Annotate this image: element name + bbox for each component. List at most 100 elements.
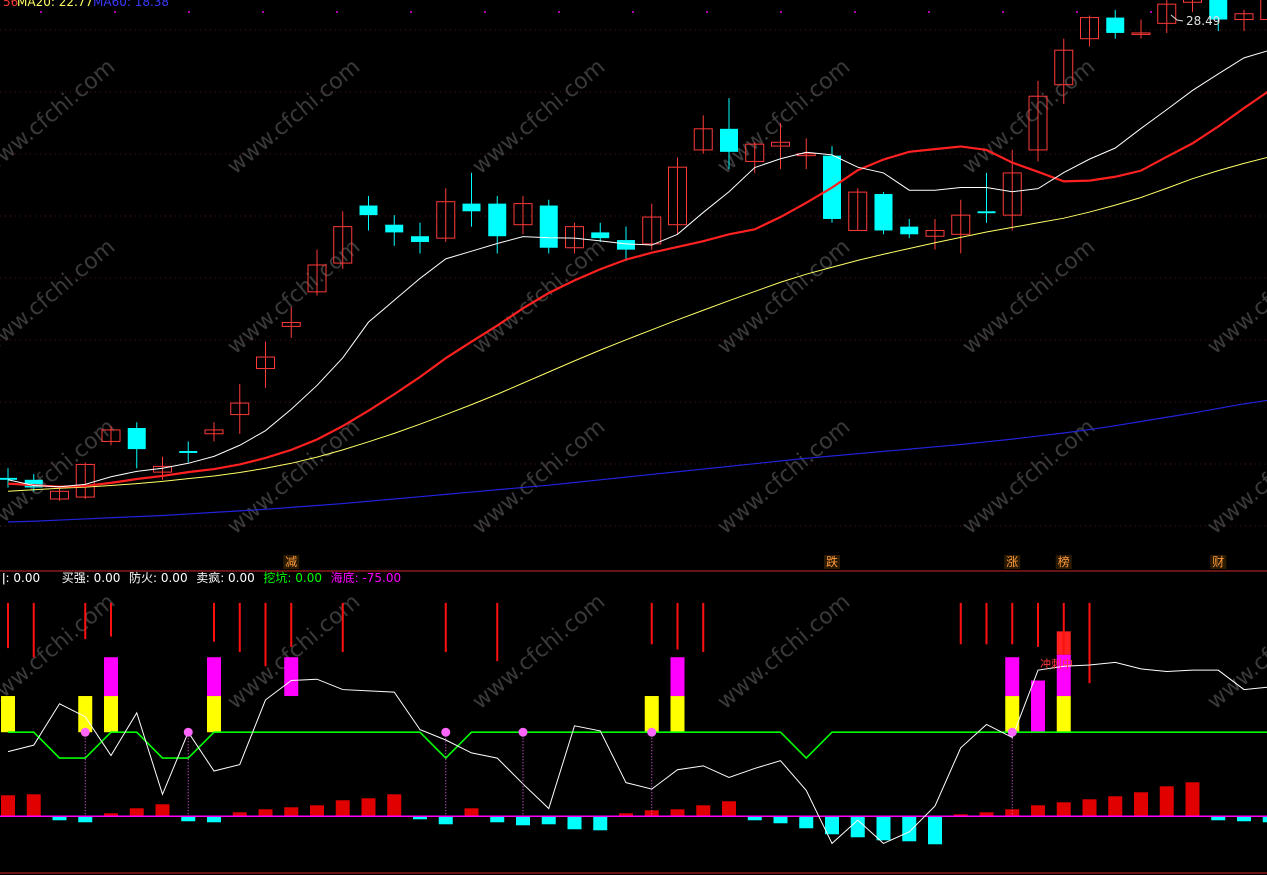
candle-body-down [462, 203, 481, 212]
indicator-bar-yellow [670, 696, 685, 733]
histogram-bar [284, 807, 299, 817]
indicator-bar-yellow [1005, 696, 1020, 733]
indicator-value-i3: 卖疯: 0.00 [196, 570, 255, 585]
ma20-legend: MA20: 22.77 [17, 0, 93, 9]
indicator-bar-magenta [1005, 657, 1020, 697]
grid-dot [706, 11, 708, 13]
grid-dot [336, 11, 338, 13]
indicator-bar-magenta [1031, 680, 1045, 733]
histogram-bar [310, 805, 324, 817]
candle-body-down [977, 211, 996, 214]
signal-label: 财 [1212, 555, 1224, 569]
histogram-bar [799, 816, 814, 829]
histogram-bar [155, 804, 170, 817]
grid-dot [928, 11, 930, 13]
grid-dot [262, 11, 264, 13]
candle-body-down [900, 226, 919, 235]
indicator-bar-magenta [284, 657, 299, 697]
candle-body-down [411, 236, 429, 242]
histogram-bar [825, 816, 839, 835]
histogram-bar [438, 816, 453, 825]
histogram-bar [129, 808, 144, 817]
indicator-bar-yellow [1056, 696, 1071, 733]
indicator-value-i5: 海底: -75.00 [331, 570, 402, 585]
indicator-bar-yellow [1, 696, 15, 733]
indicator-bar-yellow [207, 696, 221, 733]
ma60-legend: MA60: 18.38 [93, 0, 169, 9]
grid-dot [632, 11, 634, 13]
stock-chart: www.cfchi.com www.cfchi.com www.cfchi.com w… [0, 0, 1267, 875]
marker-dot [647, 727, 657, 737]
marker-dot [80, 727, 90, 737]
indicator-bar-yellow [644, 696, 659, 733]
candle-body-down [874, 194, 893, 231]
candle-body-down [179, 451, 198, 453]
marker-dot [518, 727, 528, 737]
candle-body-down [720, 128, 738, 152]
signal-label: 减 [285, 555, 297, 569]
histogram-bar [26, 794, 41, 817]
signal-label: 跌 [826, 554, 838, 569]
indicator-value-i0: ǀ: 0.00 [2, 571, 40, 585]
histogram-bar [1031, 805, 1045, 817]
histogram-bar [670, 809, 685, 817]
histogram-bar [1134, 792, 1148, 817]
histogram-bar [1, 795, 15, 817]
histogram-bar [696, 805, 711, 817]
indicator-value-i4: 挖坑: 0.00 [263, 570, 322, 585]
histogram-bar [1159, 786, 1174, 817]
ma10-value-fragment: 56 [3, 0, 18, 9]
histogram-bar [850, 816, 865, 838]
indicator-bar-yellow [104, 696, 118, 733]
grid-dot [780, 11, 782, 13]
histogram-bar [567, 816, 582, 830]
candle-body-down [591, 232, 610, 239]
histogram-bar [1082, 799, 1097, 817]
histogram-bar [541, 816, 556, 825]
candle-body-down [359, 205, 378, 216]
histogram-bar [928, 816, 942, 845]
grid-dot [40, 11, 42, 13]
grid-dot [484, 11, 486, 13]
indicator-bar-magenta [104, 657, 118, 697]
peak-price-label: 28.49 [1186, 14, 1220, 28]
histogram-bar [78, 816, 93, 823]
grid-dot [1076, 11, 1078, 13]
histogram-bar [876, 816, 891, 841]
grid-dot [558, 11, 560, 13]
candle-body-down [488, 203, 507, 237]
histogram-bar [464, 808, 479, 817]
histogram-bar [593, 816, 608, 831]
histogram-bar [1056, 802, 1071, 817]
candle-body-down [539, 205, 558, 248]
histogram-bar [1185, 782, 1200, 817]
candle-body-down [127, 428, 146, 450]
signal-label: 涨 [1006, 554, 1018, 569]
histogram-bar [773, 816, 788, 824]
histogram-bar [516, 816, 530, 826]
histogram-bar [1262, 816, 1267, 823]
candle-body-down [617, 240, 635, 250]
indicator-bar-magenta [207, 657, 221, 697]
indicator-value-i1: 买强: 0.00 [62, 571, 121, 585]
histogram-bar [207, 816, 221, 823]
indicator-bar-magenta [670, 657, 685, 697]
grid-dot [410, 11, 412, 13]
histogram-bar [490, 816, 505, 823]
grid-dot [1002, 11, 1004, 13]
histogram-bar [722, 801, 736, 817]
grid-dot [1150, 11, 1152, 13]
histogram-bar [1108, 796, 1123, 817]
histogram-bar [258, 809, 273, 817]
grid-dot [854, 11, 856, 13]
histogram-bar [361, 798, 376, 817]
histogram-bar [902, 816, 917, 842]
candle-body-down [1106, 17, 1125, 33]
marker-dot [1007, 727, 1017, 737]
indicator-status-text: 冲刺中 [1040, 657, 1073, 671]
grid-dot [188, 11, 190, 13]
candle-body-down [385, 224, 404, 233]
marker-dot [441, 727, 451, 737]
indicator-value-i2: 防火: 0.00 [129, 570, 188, 585]
signal-label: 榜 [1058, 554, 1070, 569]
